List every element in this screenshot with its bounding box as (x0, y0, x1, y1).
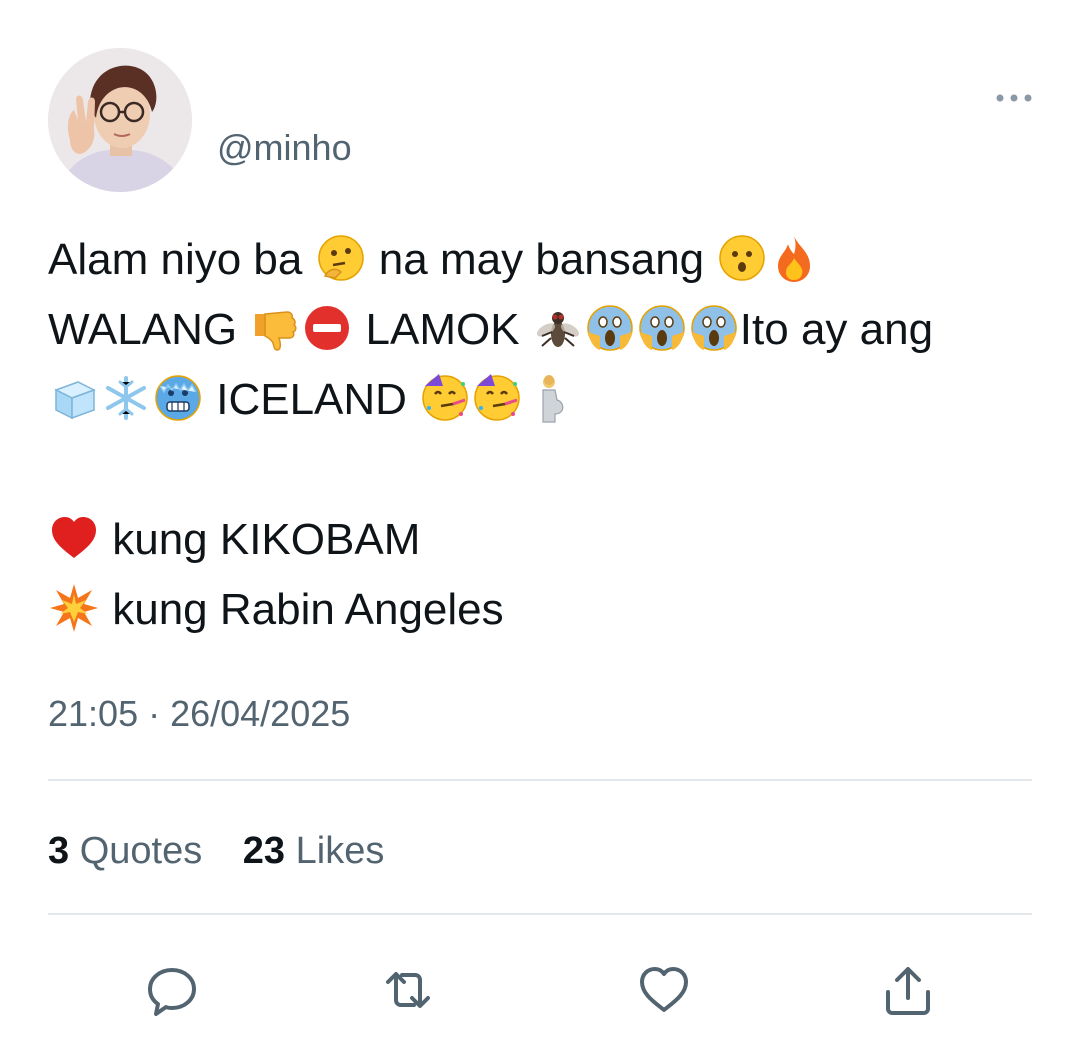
fire-emoji (768, 232, 820, 284)
divider (48, 779, 1032, 781)
tweet-text-segment: na may bansang (366, 235, 717, 284)
more-options-icon[interactable] (992, 88, 1036, 108)
tweet: @minho Alam niyo ba na may bansang WALAN… (0, 0, 1080, 1058)
ice-cube-emoji (48, 372, 100, 424)
tweet-text: Alam niyo ba na may bansang WALANG LAMOK… (48, 225, 1038, 645)
share-icon[interactable] (880, 962, 936, 1018)
tweet-text-segment: LAMOK (353, 305, 532, 354)
reply-icon[interactable] (144, 962, 200, 1018)
tweet-text-line: WALANG LAMOK Ito ay ang (48, 295, 1038, 365)
partying-face-emoji (419, 372, 471, 424)
divider (48, 913, 1032, 915)
like-icon[interactable] (636, 962, 692, 1018)
tweet-text-segment: Ito ay ang (739, 305, 934, 354)
tweet-stats: 3 Quotes 23 Likes (48, 830, 414, 872)
tweet-text-segment: kung KIKOBAM (100, 515, 421, 564)
tweet-text-segment: kung Rabin Angeles (100, 585, 504, 634)
tweet-text-line: kung Rabin Angeles (48, 575, 1038, 645)
tweet-text-segment: ICELAND (204, 375, 420, 424)
scream-face-emoji (584, 302, 636, 354)
snowflake-emoji (100, 372, 152, 424)
fly-emoji (532, 302, 584, 354)
hushed-face-emoji (716, 232, 768, 284)
quotes-stat[interactable]: 3 Quotes (48, 830, 202, 872)
tweet-timestamp[interactable]: 21:05 · 26/04/2025 (48, 694, 350, 734)
user-handle[interactable]: @minho (217, 128, 352, 168)
scream-face-emoji (688, 302, 740, 354)
thumbs-down-emoji (249, 302, 301, 354)
tweet-text-segment: Alam niyo ba (48, 235, 315, 284)
tweet-text-segment: WALANG (48, 305, 250, 354)
likes-stat[interactable]: 23 Likes (243, 830, 385, 872)
quotes-count: 3 (48, 830, 70, 872)
tweet-text-line: kung KIKOBAM (48, 505, 1038, 575)
no-entry-emoji (301, 302, 353, 354)
cold-face-emoji (152, 372, 204, 424)
partying-face-emoji (471, 372, 523, 424)
red-heart-emoji (48, 512, 100, 564)
likes-label: Likes (295, 830, 385, 872)
scream-face-emoji (636, 302, 688, 354)
likes-count: 23 (242, 830, 286, 872)
avatar[interactable] (48, 48, 192, 192)
retweet-icon[interactable] (380, 962, 436, 1018)
quotes-label: Quotes (79, 830, 203, 872)
pregnant-man-emoji (523, 372, 575, 424)
collision-emoji (48, 582, 100, 634)
tweet-text-line: Alam niyo ba na may bansang (48, 225, 1038, 295)
tweet-text-line: ICELAND (48, 365, 1038, 435)
thinking-face-emoji (315, 232, 367, 284)
